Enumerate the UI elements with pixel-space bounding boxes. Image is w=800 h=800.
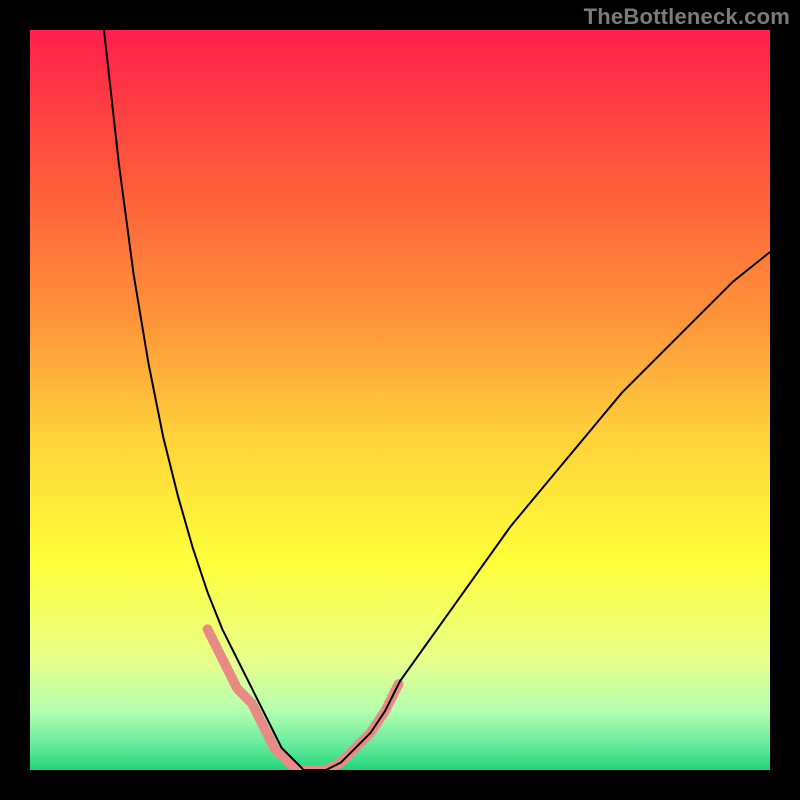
chart-curve-layer: [30, 30, 770, 770]
figure-frame: TheBottleneck.com: [0, 0, 800, 800]
highlight-segment: [311, 681, 400, 770]
watermark-text: TheBottleneck.com: [584, 4, 790, 30]
chart-line: [104, 30, 770, 770]
plot-area: [30, 30, 770, 770]
highlight-segment: [208, 629, 312, 770]
